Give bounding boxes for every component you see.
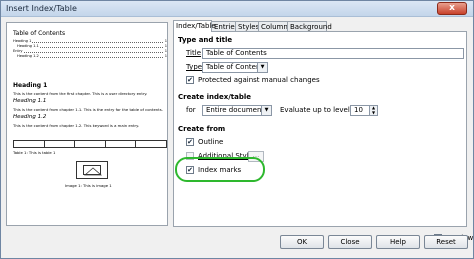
preview-table-caption: Table 1: This is table 1 [13, 150, 56, 155]
insert-index-dialog: Insert Index/Table x Table of Contents H… [0, 0, 474, 259]
preview-text-1-1: This is the content from chapter 1.1. Th… [13, 107, 163, 112]
for-label: for [186, 106, 196, 114]
reset-button[interactable]: Reset [424, 235, 468, 249]
title-bar: Insert Index/Table x [1, 1, 473, 17]
preview-toc-line: Heading 1.2 1 [17, 54, 167, 59]
evaluate-level-label: Evaluate up to level [280, 106, 350, 114]
type-label: Type [186, 63, 203, 71]
title-label: Title [186, 49, 202, 57]
protected-label: Protected against manual changes [198, 76, 320, 84]
tab-index-table[interactable]: Index/Table [173, 20, 216, 32]
type-title-section: Type and title [178, 36, 233, 44]
close-window-button[interactable]: x [437, 2, 467, 15]
type-select[interactable]: Table of Contents ▼ [202, 62, 268, 73]
help-button[interactable]: Help [376, 235, 420, 249]
ok-button[interactable]: OK [280, 235, 324, 249]
preview-table [13, 140, 167, 148]
dialog-content: Table of Contents Heading 11 Heading 1.1… [1, 18, 473, 258]
chevron-down-icon: ▼ [261, 106, 271, 115]
chevron-down-icon: ▼ [257, 63, 267, 72]
preview-heading-1: Heading 1 [13, 82, 48, 89]
outline-checkbox[interactable]: ✔ [186, 138, 194, 146]
preview-image-caption: Image 1: This is image 1 [65, 183, 112, 188]
title-input[interactable]: Table of Contents [202, 48, 464, 59]
create-index-section: Create index/table [178, 93, 252, 101]
create-from-section: Create from [178, 125, 226, 133]
preview-text-1-2: This is the content from chapter 1.2. Th… [13, 123, 140, 128]
outline-label: Outline [198, 138, 224, 146]
preview-text-1: This is the content from the first chapt… [13, 91, 148, 96]
spin-arrows-icon[interactable]: ▲ ▼ [369, 106, 377, 115]
window-title: Insert Index/Table [6, 4, 77, 13]
protected-checkbox[interactable]: ✔ [186, 76, 194, 84]
preview-toc-title: Table of Contents [13, 30, 66, 37]
preview-image [76, 161, 108, 179]
preview-heading-1-2: Heading 1.2 [13, 114, 47, 120]
index-table-panel: Type and title Title Table of Contents T… [173, 31, 467, 227]
highlight-annotation [175, 157, 265, 182]
level-spinner[interactable]: 10 ▲ ▼ [350, 105, 378, 116]
close-button[interactable]: Close [328, 235, 372, 249]
scope-select[interactable]: Entire document ▼ [202, 105, 272, 116]
preview-heading-1-1: Heading 1.1 [13, 98, 47, 104]
document-preview: Table of Contents Heading 11 Heading 1.1… [6, 22, 168, 226]
